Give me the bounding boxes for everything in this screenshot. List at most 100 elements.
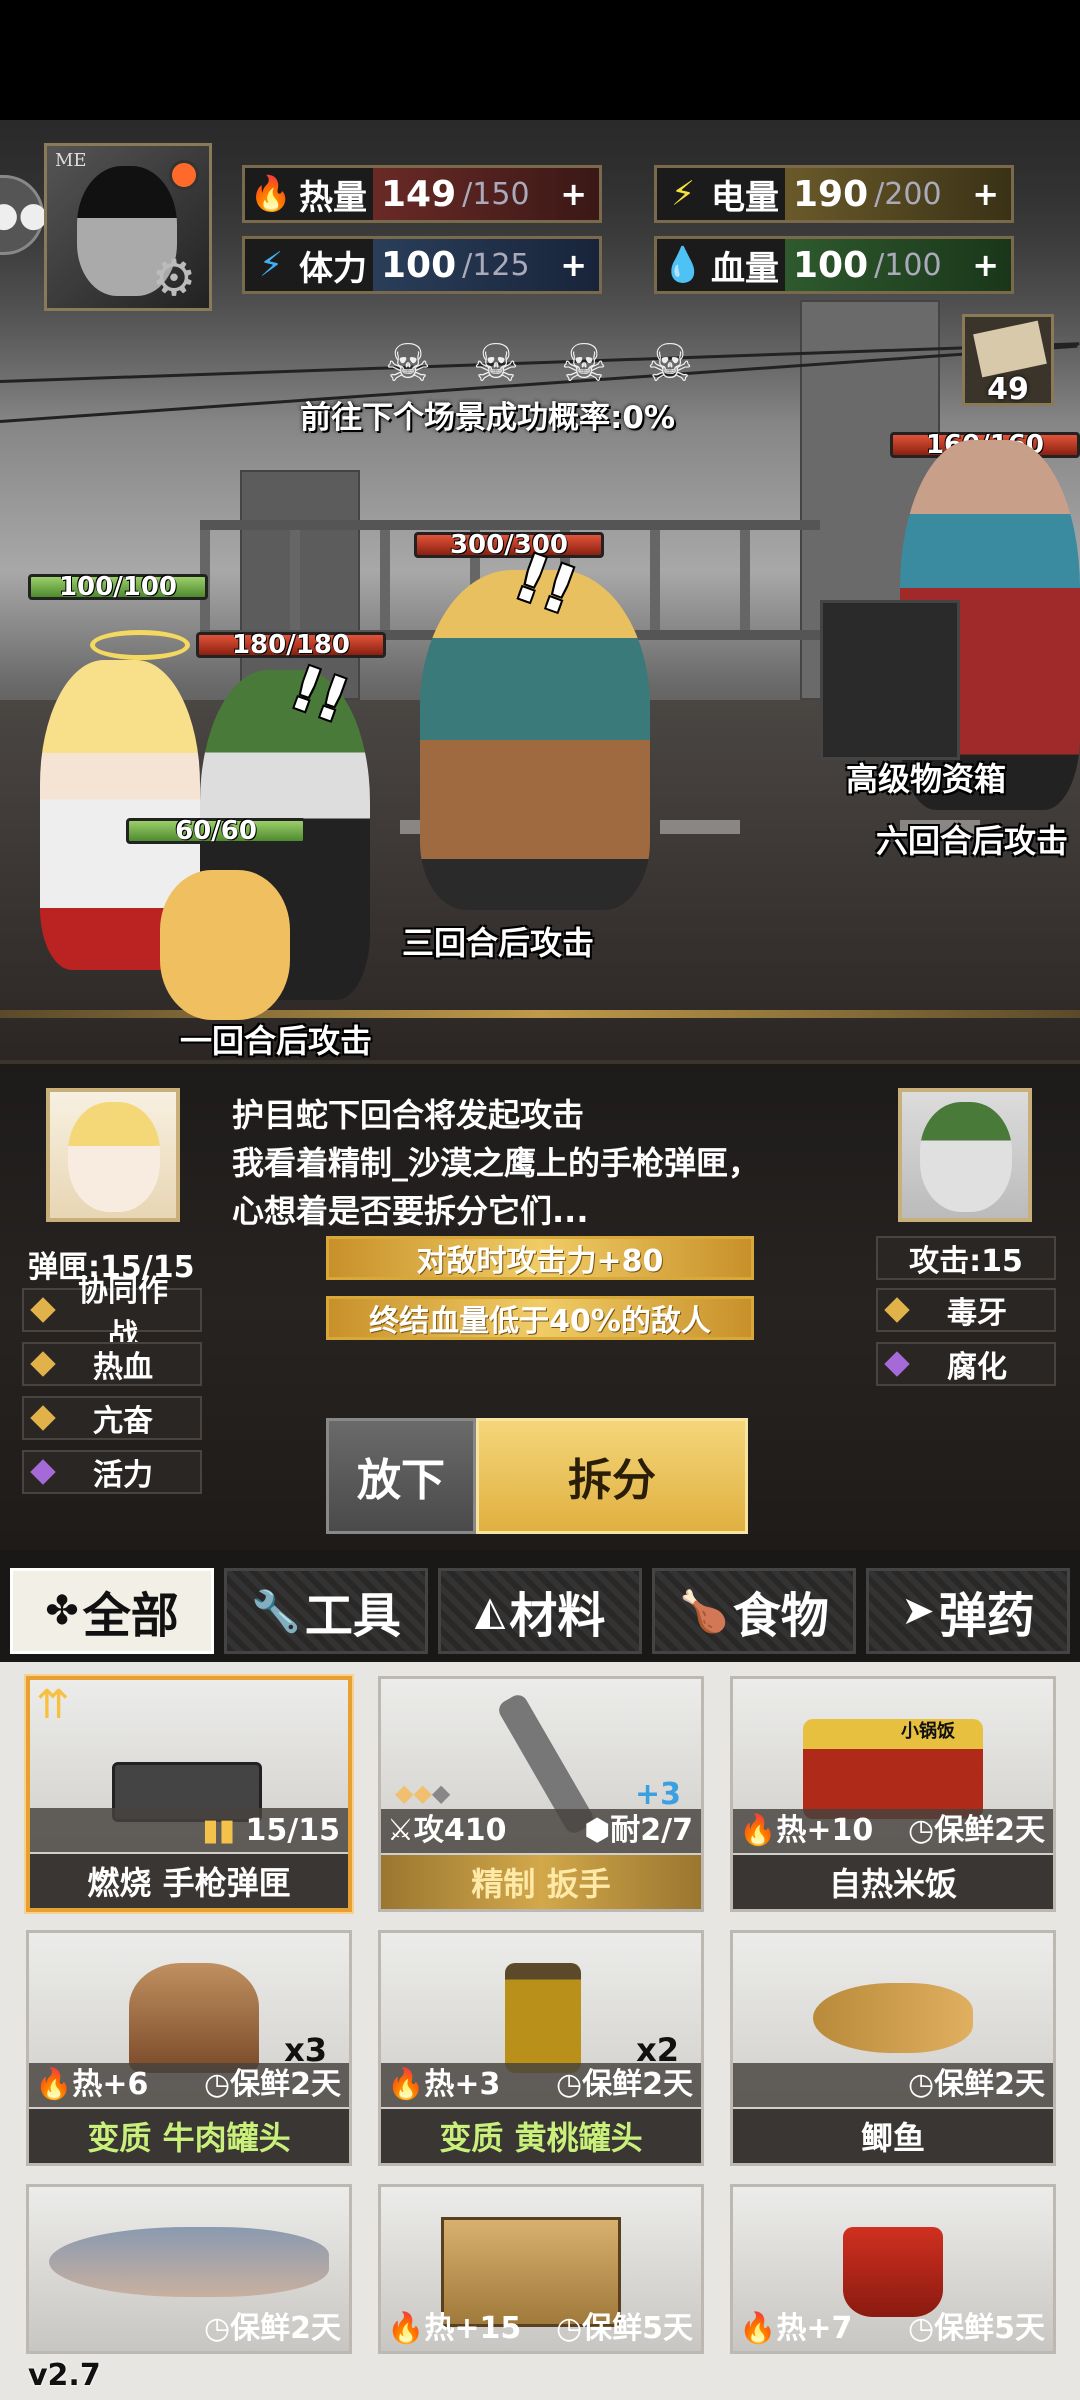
flame-icon: 🔥 bbox=[35, 2067, 73, 2102]
power-label: 电量 bbox=[711, 177, 779, 218]
perk-attack-bonus: 对敌时攻击力+80 bbox=[326, 1236, 754, 1280]
item-card[interactable]: 小锅饭 🔥热+10 ◷保鲜2天 自热米饭 bbox=[730, 1676, 1056, 1912]
item-card[interactable]: ◷保鲜2天 bbox=[26, 2184, 352, 2354]
bullet-icon: ▮▮ bbox=[202, 1813, 246, 1848]
ally-portrait[interactable] bbox=[46, 1088, 180, 1222]
power-add-button[interactable]: + bbox=[972, 175, 999, 213]
material-icon: ◭ bbox=[474, 1588, 506, 1634]
chat-button[interactable]: ●● bbox=[0, 175, 49, 255]
gear-icon[interactable]: ⚙ bbox=[147, 251, 201, 305]
diamond-icon bbox=[30, 1297, 56, 1323]
item-card[interactable]: ◆◆◆ +3 ⚔攻410 ⬢耐2/7 精制 扳手 bbox=[378, 1676, 704, 1912]
item-stat-value: 保鲜2天 bbox=[934, 2067, 1045, 2102]
item-name: 变质 牛肉罐头 bbox=[29, 2109, 349, 2163]
ally-trait-label: 亢奋 bbox=[93, 1404, 153, 1439]
item-stat: ◷保鲜5天 bbox=[556, 2303, 693, 2347]
tab-food[interactable]: 🍗 食物 bbox=[652, 1568, 856, 1654]
calorie-add-button[interactable]: + bbox=[560, 175, 587, 213]
next-scene-probability: 前往下个场景成功概率:0% bbox=[300, 400, 676, 436]
perk-execute: 终结血量低于40%的敌人 bbox=[326, 1296, 754, 1340]
skull-icon: ☠ bbox=[384, 334, 432, 394]
scene-divider bbox=[0, 1010, 1080, 1018]
calorie-value: 149 /150 + bbox=[373, 168, 599, 220]
ally-face bbox=[68, 1102, 160, 1212]
enemy-portrait[interactable] bbox=[898, 1088, 1032, 1222]
item-card[interactable]: x3 🔥热+6 ◷保鲜2天 变质 牛肉罐头 bbox=[26, 1930, 352, 2166]
item-card[interactable]: 🔥热+7 ◷保鲜5天 bbox=[730, 2184, 1056, 2354]
ally-trait[interactable]: 热血 bbox=[22, 1342, 202, 1386]
calorie-max: /150 bbox=[462, 176, 530, 212]
battery-icon: ⚡ bbox=[671, 174, 695, 214]
wrench-icon: 🔧 bbox=[251, 1588, 301, 1635]
player-avatar[interactable]: ME ⚙ bbox=[44, 143, 212, 311]
stamina-stat: ⚡ 体力 100 /125 + bbox=[242, 236, 602, 294]
tab-materials-label: 材料 bbox=[509, 1588, 606, 1644]
ally-trait[interactable]: 亢奋 bbox=[22, 1396, 202, 1440]
item-stat-value: 热+6 bbox=[72, 2067, 149, 2102]
power-value: 190 /200 + bbox=[785, 168, 1011, 220]
item-stat-value: 保鲜2天 bbox=[934, 1813, 1045, 1848]
ally-trait-label: 活力 bbox=[93, 1458, 153, 1493]
clock-icon: ◷ bbox=[203, 2311, 231, 2346]
ally-trait[interactable]: 协同作战 bbox=[22, 1274, 202, 1353]
flame-icon: 🔥 bbox=[739, 2311, 777, 2346]
stamina-current: 100 bbox=[381, 244, 457, 286]
item-name: 鲫鱼 bbox=[733, 2109, 1053, 2163]
calorie-stat: 🔥 热量 149 /150 + bbox=[242, 165, 602, 223]
drop-button[interactable]: 放下 bbox=[326, 1418, 476, 1534]
rice-label: 小锅饭 bbox=[901, 1721, 955, 1742]
salmon-image bbox=[49, 2227, 329, 2297]
item-stat-value: 保鲜2天 bbox=[582, 2067, 693, 2102]
item-stat: 🔥热+6 bbox=[35, 2059, 148, 2103]
diamond-icon bbox=[884, 1351, 910, 1377]
tab-ammo-label: 弹药 bbox=[938, 1588, 1035, 1644]
soldier-attack-timer: 一回合后攻击 bbox=[180, 1022, 373, 1060]
item-stat: ⬢耐2/7 bbox=[584, 1805, 693, 1849]
power-max: /200 bbox=[874, 176, 942, 212]
hp-bar-soldier: 180/180 bbox=[196, 632, 386, 658]
event-line-2: 我看着精制_沙漠之鹰上的手枪弹匣， bbox=[232, 1144, 761, 1182]
item-card[interactable]: x2 🔥热+3 ◷保鲜2天 变质 黄桃罐头 bbox=[378, 1930, 704, 2166]
corgi-character[interactable] bbox=[160, 870, 290, 1020]
peach-jar-image bbox=[505, 1963, 581, 2073]
item-card[interactable]: ◷保鲜2天 鲫鱼 bbox=[730, 1930, 1056, 2166]
tab-tools[interactable]: 🔧 工具 bbox=[224, 1568, 428, 1654]
item-card[interactable]: 🔥热+15 ◷保鲜5天 bbox=[378, 2184, 704, 2354]
tab-ammo[interactable]: ➤ 弹药 bbox=[866, 1568, 1070, 1654]
bullet-icon: ➤ bbox=[901, 1588, 935, 1634]
tab-materials[interactable]: ◭ 材料 bbox=[438, 1568, 642, 1654]
supply-box[interactable] bbox=[820, 600, 960, 760]
split-button[interactable]: 拆分 bbox=[476, 1418, 748, 1534]
item-stat: 🔥热+7 bbox=[739, 2303, 852, 2347]
backpack-icon bbox=[973, 320, 1047, 378]
enemy-trait[interactable]: 毒牙 bbox=[876, 1288, 1056, 1332]
footer bbox=[0, 2354, 1080, 2400]
item-stat: 🔥热+10 bbox=[739, 1805, 873, 1849]
lightning-icon: ⚡ bbox=[259, 245, 283, 285]
enemy-trait[interactable]: 腐化 bbox=[876, 1342, 1056, 1386]
skull-icon: ☠ bbox=[472, 334, 520, 394]
item-stat-value: 保鲜5天 bbox=[934, 2311, 1045, 2346]
item-stat-value: 攻410 bbox=[413, 1813, 507, 1848]
item-name: 自热米饭 bbox=[733, 1855, 1053, 1909]
diamond-icon bbox=[30, 1405, 56, 1431]
tab-all[interactable]: ✤ 全部 bbox=[10, 1568, 214, 1654]
event-line-1: 护目蛇下回合将发起攻击 bbox=[232, 1096, 585, 1134]
stamina-max: /125 bbox=[462, 247, 530, 283]
flame-icon: 🔥 bbox=[739, 1813, 777, 1848]
perk-attack-bonus-label: 对敌时攻击力+80 bbox=[416, 1244, 664, 1279]
enemy-trait-label: 腐化 bbox=[947, 1350, 1007, 1385]
hp-bar-scarecrow: 300/300 bbox=[414, 532, 604, 558]
ally-trait[interactable]: 活力 bbox=[22, 1450, 202, 1494]
item-stat: ◷保鲜2天 bbox=[204, 2303, 341, 2347]
nurse-attack-timer: 六回合后攻击 bbox=[876, 822, 1069, 860]
tab-all-label: 全部 bbox=[82, 1588, 179, 1644]
blood-add-button[interactable]: + bbox=[972, 246, 999, 284]
item-card[interactable]: ⇈ ▮▮ 15/15 燃烧 手枪弹匣 bbox=[26, 1676, 352, 1912]
rice-bowl-image bbox=[803, 1719, 983, 1819]
item-stat: 🔥热+15 bbox=[387, 2303, 521, 2347]
stamina-add-button[interactable]: + bbox=[560, 246, 587, 284]
stamina-label: 体力 bbox=[299, 248, 367, 289]
supply-box-label: 高级物资箱 bbox=[846, 760, 1007, 798]
chat-icon: ●● bbox=[0, 195, 49, 235]
